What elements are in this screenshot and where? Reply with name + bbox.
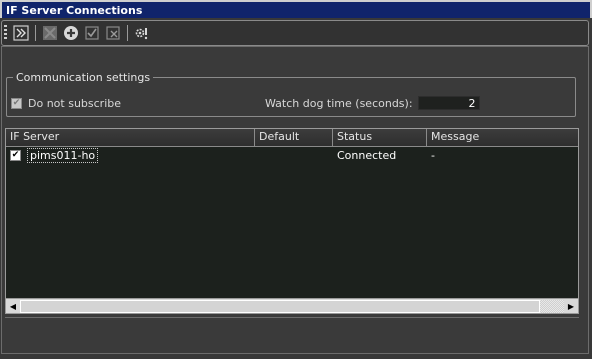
- grid-header: IF Server Default Status Message: [6, 129, 578, 147]
- column-header-status[interactable]: Status: [333, 129, 427, 146]
- connect-button[interactable]: [12, 24, 30, 42]
- connect-icon: [13, 25, 29, 41]
- row-checkbox[interactable]: ✔: [10, 150, 21, 161]
- scroll-right-icon[interactable]: ▶: [564, 300, 578, 313]
- do-not-subscribe-option[interactable]: ✔ Do not subscribe: [11, 97, 121, 110]
- toolbar-separator: [35, 25, 36, 41]
- uncheck-all-button[interactable]: [104, 24, 122, 42]
- server-cell: ✔ pims011-ho: [6, 148, 255, 163]
- settings-button[interactable]: [133, 24, 151, 42]
- toolbar: [1, 20, 589, 46]
- settings-icon: [135, 28, 148, 40]
- toolbar-separator: [127, 25, 128, 41]
- do-not-subscribe-label: Do not subscribe: [28, 97, 122, 110]
- horizontal-scrollbar[interactable]: ◀ ▶: [6, 298, 578, 313]
- window-title: IF Server Connections: [0, 0, 592, 18]
- communication-settings-legend: Communication settings: [16, 71, 151, 84]
- do-not-subscribe-checkbox[interactable]: ✔: [11, 98, 22, 109]
- communication-settings-group: Communication settings: [6, 71, 576, 117]
- status-cell: Connected: [337, 149, 397, 162]
- add-button[interactable]: [62, 24, 80, 42]
- column-header-if-server[interactable]: IF Server: [6, 129, 255, 146]
- delete-icon: [43, 26, 57, 40]
- column-header-default[interactable]: Default: [255, 129, 333, 146]
- main-panel: Communication settings ✔ Do not subscrib…: [1, 46, 589, 354]
- server-grid: IF Server Default Status Message ✔ pims0…: [5, 128, 579, 314]
- watchdog-setting: Watch dog time (seconds): 2: [265, 96, 480, 110]
- check-all-button[interactable]: [83, 24, 101, 42]
- watchdog-input[interactable]: 2: [417, 96, 480, 110]
- column-header-message[interactable]: Message: [427, 129, 578, 146]
- scroll-left-icon[interactable]: ◀: [6, 300, 20, 313]
- watchdog-label: Watch dog time (seconds):: [265, 96, 413, 110]
- scroll-track[interactable]: [20, 299, 564, 313]
- check-all-icon: [85, 26, 99, 40]
- uncheck-all-icon: [106, 26, 120, 40]
- message-cell: -: [431, 149, 435, 162]
- divider: [5, 317, 579, 318]
- scroll-thumb[interactable]: [20, 299, 540, 313]
- server-name[interactable]: pims011-ho: [27, 148, 99, 163]
- table-row[interactable]: ✔ pims011-ho Connected -: [6, 147, 578, 164]
- toolbar-grip[interactable]: [4, 25, 7, 41]
- delete-button[interactable]: [41, 24, 59, 42]
- add-icon: [64, 26, 78, 40]
